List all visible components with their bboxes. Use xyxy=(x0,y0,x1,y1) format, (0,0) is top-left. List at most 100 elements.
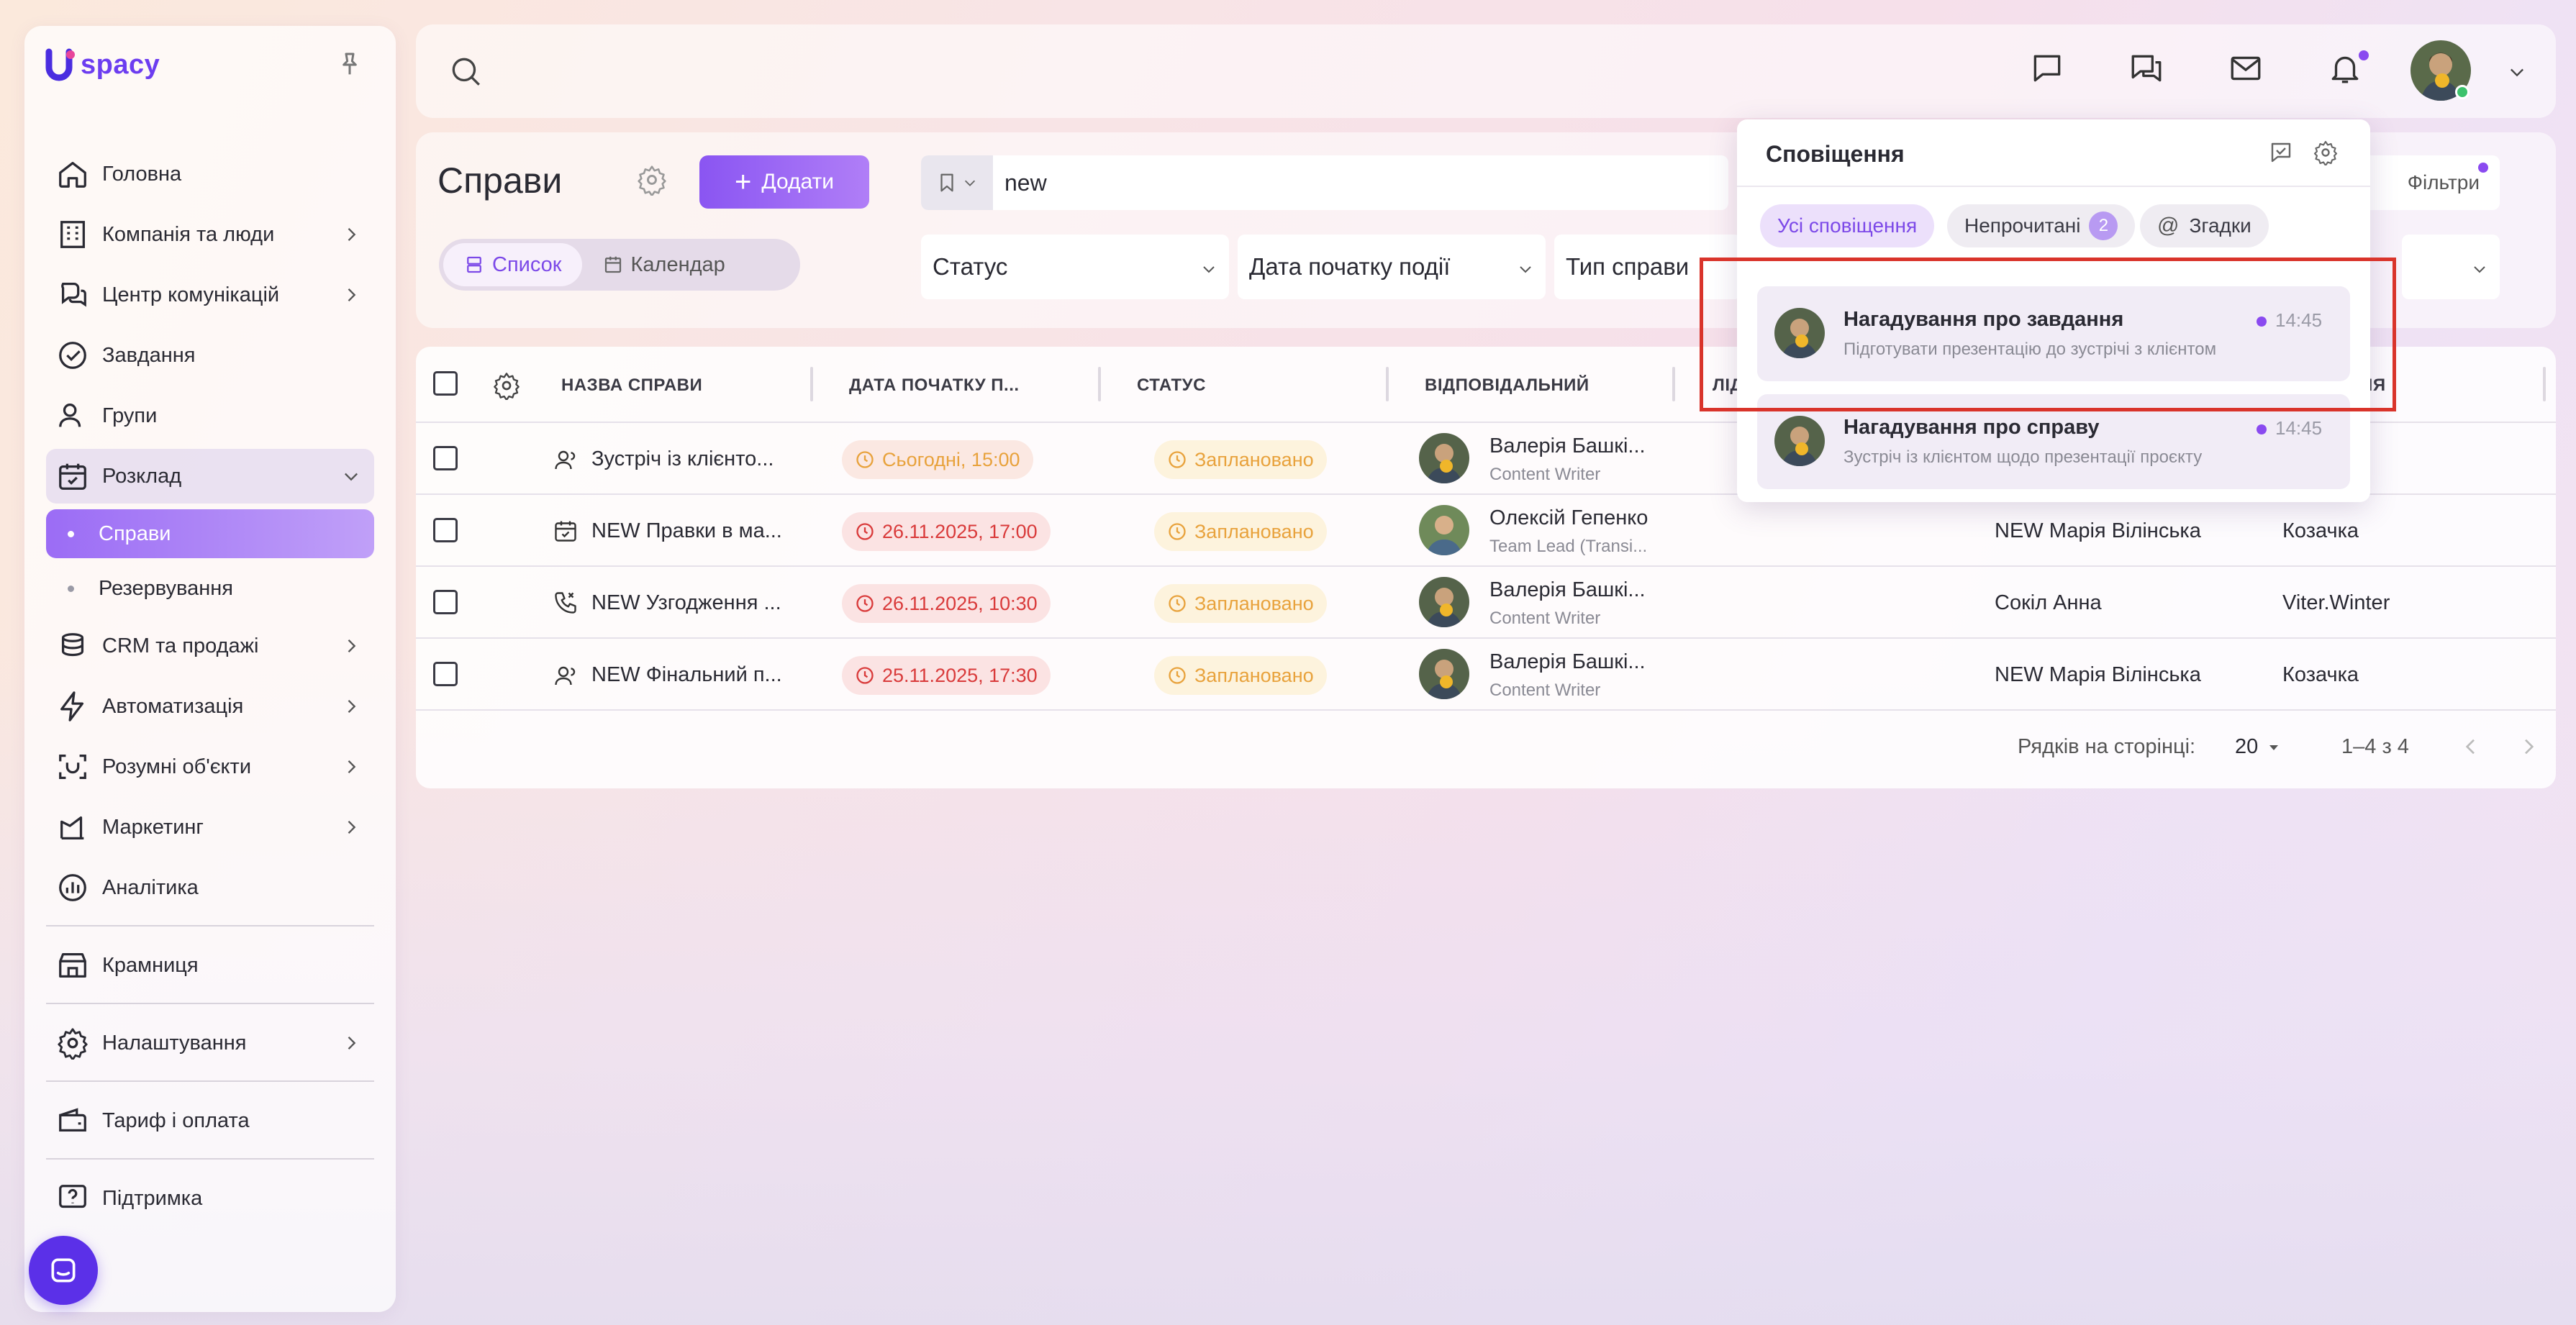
date-filter[interactable]: Дата початку події xyxy=(1238,235,1546,299)
table-row[interactable]: NEW Правки в ма... 26.11.2025, 17:00 Зап… xyxy=(416,495,2556,567)
chat-button[interactable] xyxy=(2029,50,2065,86)
columns-settings-button[interactable] xyxy=(492,371,521,400)
tab-unread[interactable]: Непрочитані 2 xyxy=(1947,204,2136,247)
mail-button[interactable] xyxy=(2228,50,2264,86)
sidebar-item-communication[interactable]: Центр комунікацій xyxy=(46,268,374,322)
column-resize-handle[interactable] xyxy=(1672,367,1675,401)
select-all-checkbox[interactable] xyxy=(433,371,458,396)
type-filter[interactable]: Тип справи xyxy=(1554,235,1741,299)
case-name[interactable]: NEW Фінальний п... xyxy=(591,663,782,687)
sidebar-item-tasks[interactable]: Завдання xyxy=(46,328,374,383)
row-checkbox[interactable] xyxy=(433,446,458,470)
prev-page-button[interactable] xyxy=(2459,735,2482,758)
column-name[interactable]: НАЗВА СПРАВИ xyxy=(561,375,702,396)
meeting-icon xyxy=(555,666,576,686)
sidebar-item-company[interactable]: Компанія та люди xyxy=(46,207,374,262)
divider xyxy=(46,1158,374,1160)
column-responsible[interactable]: ВІДПОВІДАЛЬНИЙ xyxy=(1425,375,1589,396)
sidebar-item-crm[interactable]: CRM та продажі xyxy=(46,619,374,673)
sidebar-item-automation[interactable]: Автоматизація xyxy=(46,679,374,734)
user-menu-toggle[interactable] xyxy=(2507,62,2527,82)
gear-icon xyxy=(58,1028,88,1060)
logo-icon xyxy=(45,48,75,81)
view-calendar-button[interactable]: Календар xyxy=(582,243,745,286)
page-range: 1–4 з 4 xyxy=(2341,735,2409,758)
column-resize-handle[interactable] xyxy=(810,367,813,401)
tab-all-notifications[interactable]: Усі сповіщення xyxy=(1760,204,1935,247)
sidebar-item-billing[interactable]: Тариф і оплата xyxy=(46,1093,374,1148)
notification-settings-button[interactable] xyxy=(2313,140,2339,165)
sidebar-item-groups[interactable]: Групи xyxy=(46,388,374,443)
status-badge: Заплановано xyxy=(1154,512,1327,551)
column-date[interactable]: ДАТА ПОЧАТКУ П... xyxy=(849,375,1020,396)
view-list-button[interactable]: Список xyxy=(443,243,582,286)
sidebar-subitem-label: Резервування xyxy=(99,576,233,600)
status-filter[interactable]: Статус xyxy=(921,235,1229,299)
more-filter[interactable] xyxy=(2402,235,2500,299)
sidebar-item-store[interactable]: Крамниця xyxy=(46,938,374,993)
search-input[interactable]: new xyxy=(1004,170,1047,196)
messengers-button[interactable] xyxy=(2128,50,2164,86)
rows-per-page-select[interactable]: 20 xyxy=(2235,735,2282,759)
sidebar-item-settings[interactable]: Налаштування xyxy=(46,1016,374,1070)
avatar xyxy=(1774,308,1825,358)
column-resize-handle[interactable] xyxy=(2543,367,2546,401)
row-checkbox[interactable] xyxy=(433,518,458,542)
app-logo[interactable]: spacy xyxy=(45,47,160,82)
rows-per-page-label: Рядків на сторінці: xyxy=(2018,735,2196,758)
responsible-name[interactable]: Валерія Башкі... xyxy=(1489,434,1646,458)
sidebar-item-analytics[interactable]: Аналітика xyxy=(46,860,374,915)
notifications-button[interactable] xyxy=(2327,50,2363,86)
row-checkbox[interactable] xyxy=(433,662,458,686)
page-settings-button[interactable] xyxy=(636,164,668,196)
responsible-name[interactable]: Валерія Башкі... xyxy=(1489,650,1646,674)
lead-cell[interactable]: NEW Марія Вілінська xyxy=(1995,519,2201,543)
row-checkbox[interactable] xyxy=(433,590,458,614)
saved-filters-button[interactable] xyxy=(921,155,993,210)
status-text: Заплановано xyxy=(1194,664,1314,686)
source-cell: Козачка xyxy=(2282,519,2359,542)
case-name[interactable]: NEW Правки в ма... xyxy=(591,519,782,543)
table-row[interactable]: NEW Фінальний п... 25.11.2025, 17:30 Зап… xyxy=(416,639,2556,711)
chevron-right-icon xyxy=(2525,739,2534,755)
mark-all-read-button[interactable] xyxy=(2268,140,2294,165)
sidebar-item-marketing[interactable]: Маркетинг xyxy=(46,800,374,855)
global-search-button[interactable] xyxy=(448,53,484,89)
lead-cell[interactable]: NEW Марія Вілінська xyxy=(1995,663,2201,687)
responsible-name[interactable]: Валерія Башкі... xyxy=(1489,578,1646,602)
notification-item[interactable]: Нагадування про справу Зустріч із клієнт… xyxy=(1757,394,2350,489)
lead-cell[interactable]: Сокіл Анна xyxy=(1995,591,2102,615)
add-button[interactable]: + Додати xyxy=(699,155,869,209)
column-resize-handle[interactable] xyxy=(1386,367,1389,401)
column-resize-handle[interactable] xyxy=(1098,367,1101,401)
sidebar-item-schedule[interactable]: Розклад xyxy=(46,449,374,504)
sidebar-item-smart-objects[interactable]: Розумні об'єкти xyxy=(46,739,374,794)
sidebar-subitem-cases[interactable]: Справи xyxy=(46,509,374,558)
sidebar-item-home[interactable]: Головна xyxy=(46,147,374,201)
date-badge: 25.11.2025, 17:30 xyxy=(842,656,1051,695)
chevron-down-icon xyxy=(964,180,976,186)
sidebar-item-label: Автоматизація xyxy=(102,694,244,718)
tab-mentions[interactable]: @ Згадки xyxy=(2140,204,2269,247)
sidebar-subitem-reservations[interactable]: Резервування xyxy=(46,564,374,613)
case-name[interactable]: NEW Узгодження ... xyxy=(591,591,781,615)
divider xyxy=(46,1080,374,1082)
table-row[interactable]: NEW Узгодження ... 26.11.2025, 10:30 Зап… xyxy=(416,567,2556,639)
column-status[interactable]: СТАТУС xyxy=(1137,375,1206,396)
responsible-name[interactable]: Олексій Гепенко xyxy=(1489,506,1648,530)
store-icon xyxy=(59,953,86,978)
sidebar-item-support[interactable]: Підтримка xyxy=(46,1171,374,1226)
notification-item[interactable]: Нагадування про завдання Підготувати пре… xyxy=(1757,286,2350,381)
online-status-dot xyxy=(2455,85,2470,99)
calendar-icon xyxy=(59,463,86,490)
analytics-icon xyxy=(59,874,86,901)
sidebar-nav: Головна Компанія та люди Центр комунікац… xyxy=(46,147,374,1231)
meeting-icon xyxy=(555,450,576,470)
pin-icon[interactable] xyxy=(335,50,364,79)
next-page-button[interactable] xyxy=(2517,735,2540,758)
avatar xyxy=(1419,577,1469,627)
chat-widget-button[interactable] xyxy=(29,1236,98,1305)
search-bar: new xyxy=(921,155,1728,210)
filters-button[interactable]: Фільтри xyxy=(2359,155,2500,210)
case-name[interactable]: Зустріч із клієнто... xyxy=(591,447,774,471)
